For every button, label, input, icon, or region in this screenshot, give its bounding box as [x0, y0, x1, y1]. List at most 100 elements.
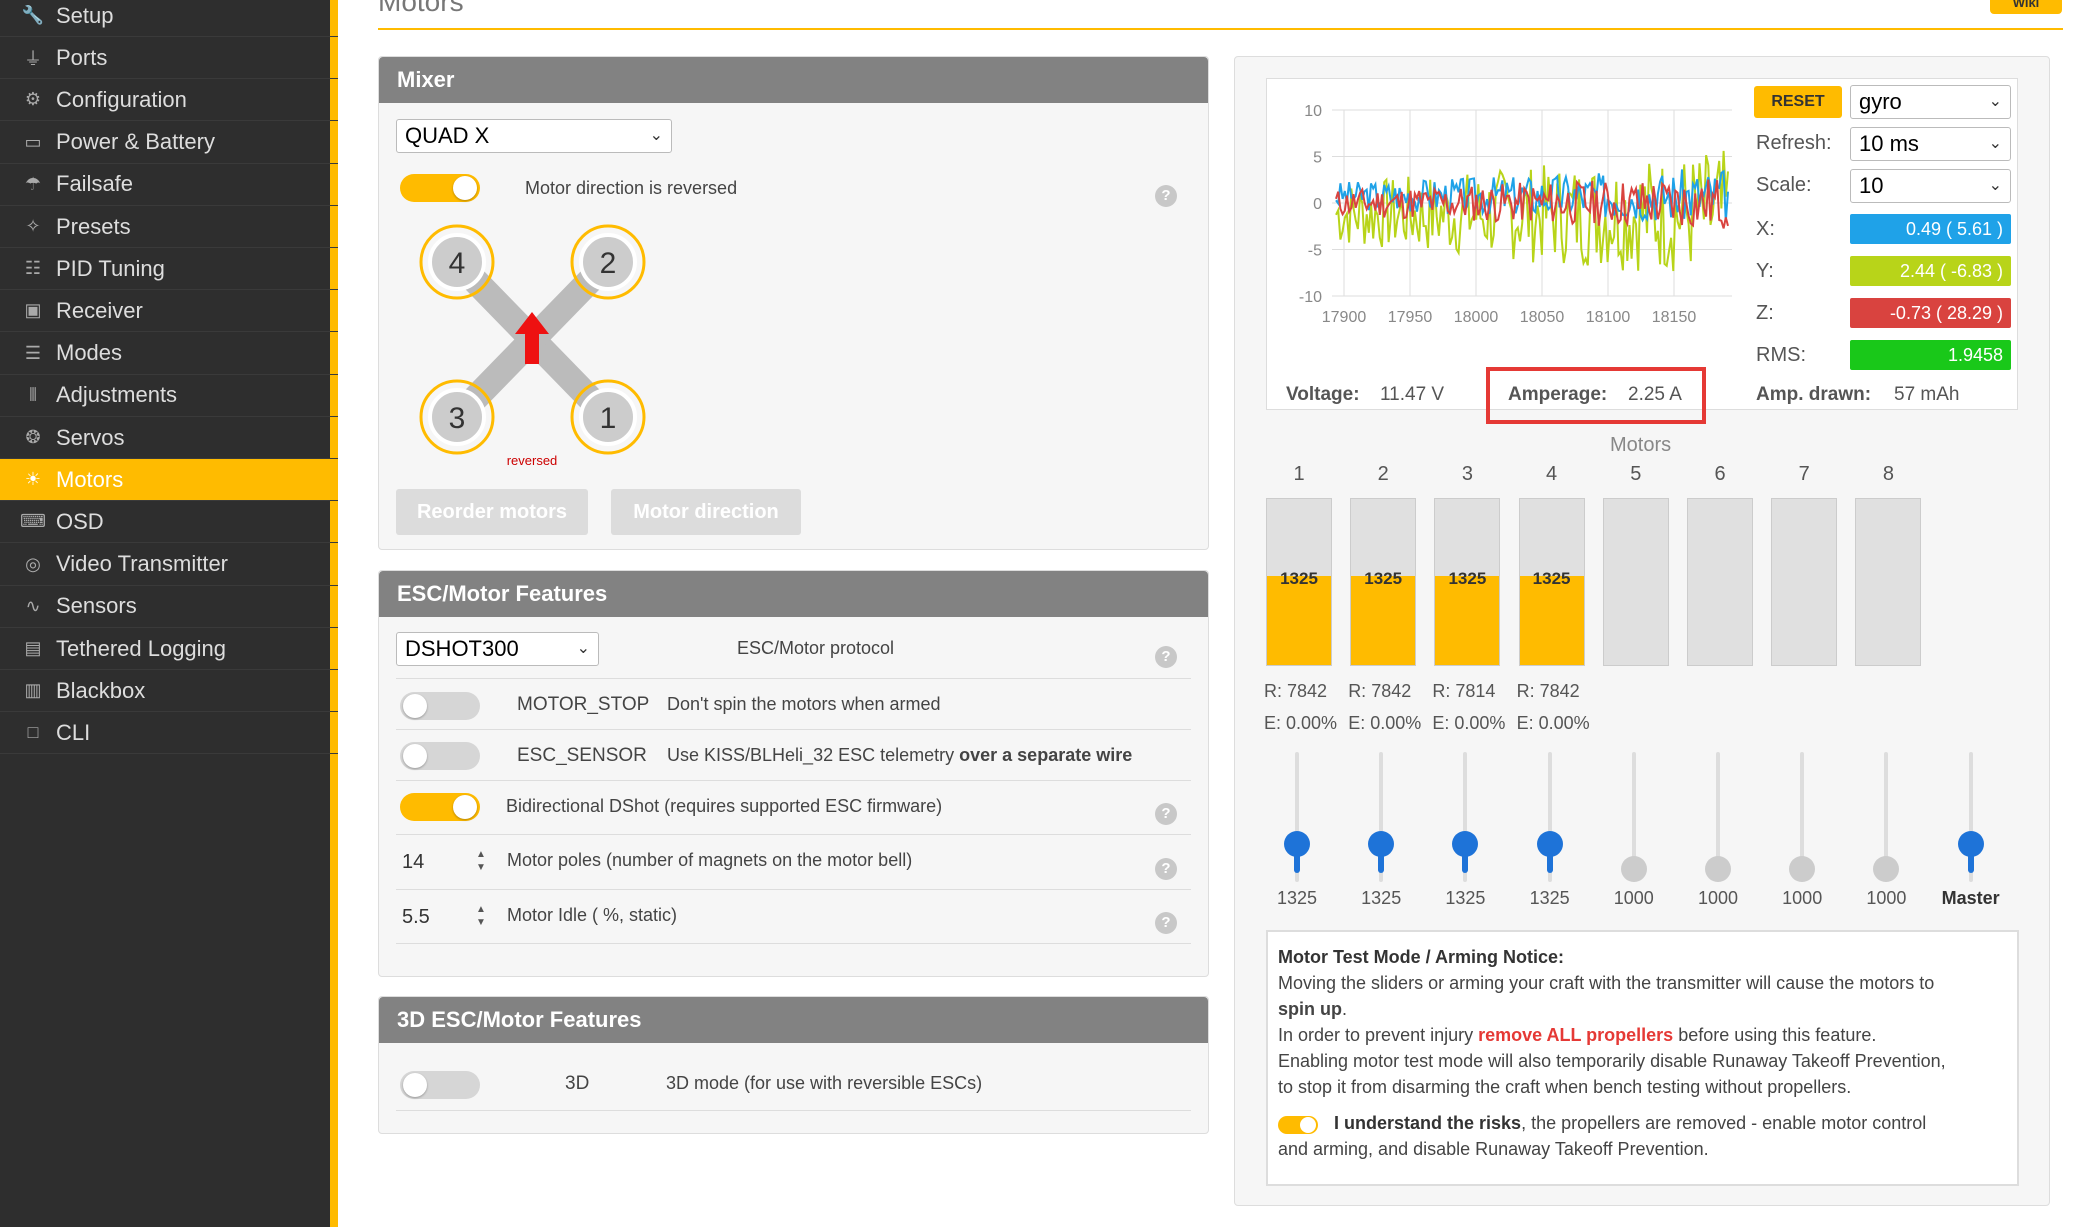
- y-tick-label: -10: [1299, 289, 1322, 306]
- wrench-icon: 🔧: [21, 5, 45, 25]
- motor-slider-value: 1325: [1529, 888, 1570, 908]
- sidebar-item-sensors[interactable]: ∿ Sensors: [0, 586, 338, 628]
- graph-source-select[interactable]: gyro ⌄: [1850, 85, 2011, 119]
- z-readout: -0.73 ( 28.29 ): [1850, 298, 2011, 328]
- esc-protocol-label: ESC/Motor protocol: [737, 638, 895, 658]
- motor-direction-label: Motor direction is reversed: [525, 178, 738, 198]
- notice-spin-up: spin up: [1278, 999, 1342, 1019]
- chevron-down-icon: ⌄: [576, 640, 590, 657]
- sidebar-item-modes[interactable]: ☰ Modes: [0, 333, 338, 375]
- bidirectional-dshot-toggle[interactable]: [400, 793, 480, 821]
- motor-bar-5: [1602, 498, 1669, 666]
- motor-idle-spinner[interactable]: ▲ ▼: [474, 903, 488, 933]
- 3d-mode-desc: 3D mode (for use with reversible ESCs): [666, 1073, 983, 1093]
- motor-bar-4: 1325: [1518, 498, 1585, 666]
- esc-sensor-desc: Use KISS/BLHeli_32 ESC telemetry over a …: [667, 745, 1132, 766]
- sidebar-item-motors[interactable]: ☀ Motors: [0, 459, 338, 502]
- motor-rpm-telemetry: R: 7842: [1264, 681, 1328, 701]
- motor-bar-7: [1771, 498, 1838, 666]
- sidebar-item-osd[interactable]: ⌨ OSD: [0, 501, 338, 544]
- x-tick-label: 18000: [1454, 309, 1499, 326]
- sidebar-item-power-battery[interactable]: ▭ Power & Battery: [0, 122, 338, 164]
- help-icon[interactable]: ?: [1155, 912, 1177, 934]
- sidebar-item-adjustments[interactable]: ⫴ Adjustments: [0, 375, 338, 417]
- sidebar-item-pid-tuning[interactable]: ☷ PID Tuning: [0, 248, 338, 291]
- help-icon[interactable]: ?: [1155, 185, 1177, 207]
- title-divider: [378, 28, 2063, 30]
- motor-slider-value: 1325: [1445, 888, 1486, 908]
- sidebar-item-tethered-logging[interactable]: ▤ Tethered Logging: [0, 628, 338, 670]
- motor-poles-spinner[interactable]: ▲ ▼: [474, 848, 488, 878]
- sidebar-item-receiver[interactable]: ▣ Receiver: [0, 290, 338, 333]
- sidebar-item-label: Receiver: [56, 297, 143, 323]
- 3d-mode-toggle[interactable]: [400, 1071, 480, 1099]
- reset-button[interactable]: RESET: [1754, 86, 1842, 118]
- motor-stop-name: MOTOR_STOP: [517, 694, 650, 715]
- terminal-icon: □: [27, 722, 39, 743]
- toggle-knob: [403, 694, 427, 718]
- understand-risks-toggle[interactable]: [1278, 1116, 1318, 1134]
- notice-line-2-pre: In order to prevent injury: [1278, 1025, 1474, 1045]
- sidebar-item-video-transmitter[interactable]: ◎ Video Transmitter: [0, 544, 338, 586]
- motor-slider-thumb[interactable]: [1789, 856, 1816, 882]
- sidebar-item-setup[interactable]: 🔧 Setup: [0, 0, 338, 37]
- notice-remove-propellers: remove ALL propellers: [1478, 1025, 1674, 1045]
- help-icon[interactable]: ?: [1155, 803, 1177, 825]
- x-axis-label: X:: [1756, 218, 1775, 240]
- graph-source-value: gyro: [1859, 89, 1902, 114]
- page-title: Motors: [378, 0, 464, 17]
- motor-direction-toggle[interactable]: [400, 174, 480, 202]
- sidebar-item-label: Configuration: [56, 86, 187, 112]
- esc-features-header: ESC/Motor Features: [379, 571, 1208, 617]
- mixer-type-select[interactable]: QUAD X ⌄: [396, 119, 672, 153]
- sidebar-item-label: Presets: [56, 213, 131, 239]
- sidebar-item-label: Blackbox: [56, 677, 146, 703]
- motor-direction-button[interactable]: Motor direction: [611, 489, 801, 535]
- refresh-select[interactable]: 10 ms ⌄: [1850, 127, 2011, 161]
- voltage-label: Voltage:: [1286, 384, 1360, 405]
- motor-bar-fill: [1267, 575, 1331, 665]
- motor-number: 3: [1461, 463, 1473, 485]
- help-icon[interactable]: ?: [1155, 858, 1177, 880]
- sidebar-item-label: OSD: [56, 508, 104, 534]
- sidebar-item-ports[interactable]: ⏚ Ports: [0, 37, 338, 80]
- battery-icon: ▭: [24, 131, 42, 152]
- scale-label: Scale:: [1756, 174, 1812, 196]
- esc-sensor-name: ESC_SENSOR: [517, 745, 647, 766]
- notice-title: Motor Test Mode / Arming Notice:: [1278, 947, 1564, 967]
- notice-line-1-text: Moving the sliders or arming your craft …: [1278, 973, 1935, 993]
- x-tick-label: 17950: [1388, 309, 1433, 326]
- help-icon[interactable]: ?: [1155, 646, 1177, 668]
- esc-protocol-value: DSHOT300: [405, 636, 519, 661]
- sidebar-item-configuration[interactable]: ⚙ Configuration: [0, 79, 338, 122]
- sidebar-item-blackbox[interactable]: ▥ Blackbox: [0, 670, 338, 713]
- motor-poles-input[interactable]: 14: [398, 845, 478, 879]
- sidebar-item-label: PID Tuning: [56, 255, 165, 281]
- notice-line-3: Enabling motor test mode will also tempo…: [1278, 1051, 1946, 1071]
- sidebar-item-failsafe[interactable]: ☂ Failsafe: [0, 164, 338, 206]
- motor-slider-thumb[interactable]: [1705, 856, 1731, 882]
- reorder-motors-button[interactable]: Reorder motors: [396, 489, 588, 535]
- sidebar-item-presets[interactable]: ✧ Presets: [0, 206, 338, 248]
- y-readout: 2.44 ( -6.83 ): [1850, 256, 2011, 286]
- motor-number: 4: [1546, 463, 1558, 485]
- motor-slider-thumb[interactable]: [1620, 856, 1647, 882]
- sidebar-item-cli[interactable]: □ CLI: [0, 712, 338, 755]
- motor-slider-value: 1325: [1361, 888, 1402, 908]
- esc-sensor-toggle[interactable]: [400, 742, 480, 770]
- chevron-down-icon: ⌄: [1988, 93, 2002, 110]
- motor-bar-fill: [1519, 575, 1584, 665]
- wiki-button[interactable]: Wiki: [1990, 0, 2062, 14]
- motor-idle-input[interactable]: 5.5: [398, 900, 478, 934]
- esc-protocol-select[interactable]: DSHOT300 ⌄: [396, 632, 599, 666]
- mixer-type-value: QUAD X: [405, 123, 490, 148]
- row-divider: [396, 678, 1191, 679]
- notice-ack-bold: I understand the risks: [1334, 1113, 1522, 1133]
- hdd-icon: ▤: [24, 638, 42, 658]
- scale-select[interactable]: 10 ⌄: [1850, 169, 2011, 203]
- motor-stop-toggle[interactable]: [400, 692, 480, 720]
- gear-icon: ⚙: [24, 89, 42, 110]
- y-tick-label: 0: [1313, 196, 1322, 213]
- sidebar-item-servos[interactable]: ❂ Servos: [0, 417, 338, 459]
- sidebar-item-label: Failsafe: [56, 171, 134, 197]
